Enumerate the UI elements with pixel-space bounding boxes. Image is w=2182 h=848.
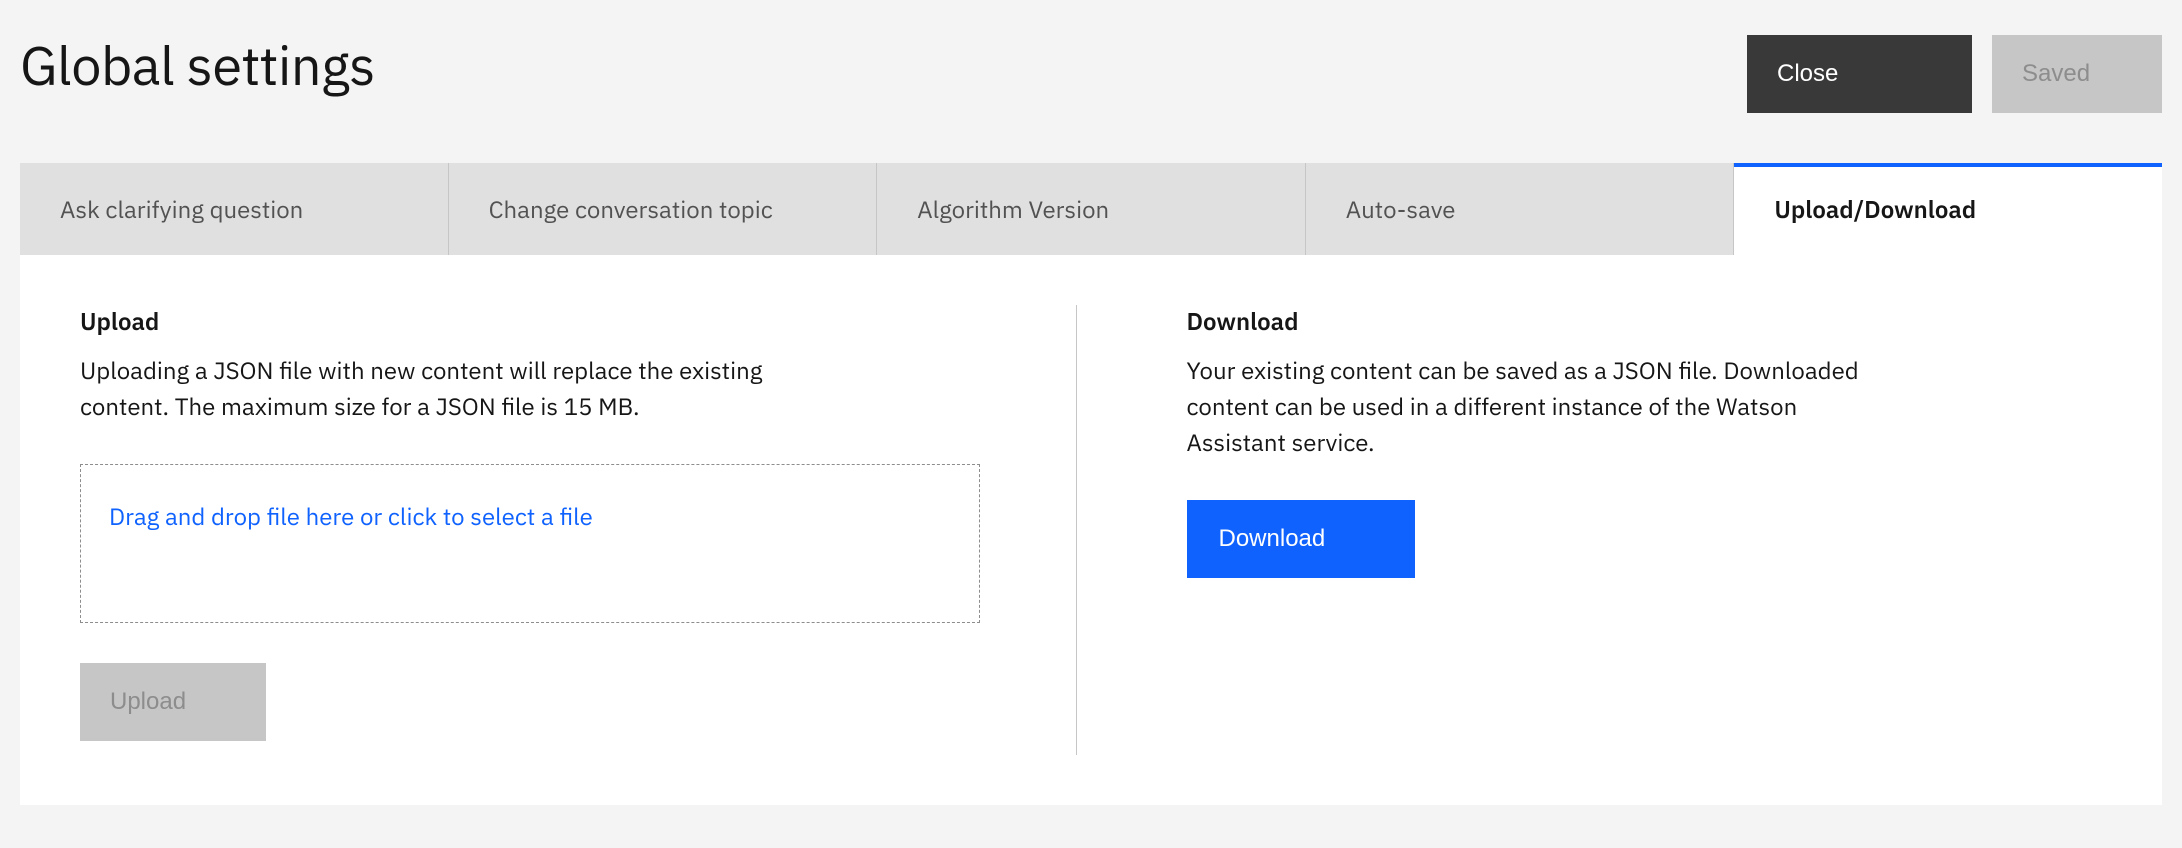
download-description: Your existing content can be saved as a … [1187, 352, 1887, 460]
upload-description: Uploading a JSON file with new content w… [80, 352, 780, 424]
download-section: Download Your existing content can be sa… [1077, 305, 2103, 755]
tab-auto-save[interactable]: Auto-save [1306, 163, 1735, 255]
tab-upload-download[interactable]: Upload/Download [1734, 163, 2162, 255]
tab-algorithm-version[interactable]: Algorithm Version [877, 163, 1306, 255]
page-title: Global settings [20, 30, 375, 100]
saved-button: Saved [1992, 35, 2162, 113]
dropzone-text: Drag and drop file here or click to sele… [109, 500, 593, 532]
file-dropzone[interactable]: Drag and drop file here or click to sele… [80, 464, 980, 623]
download-button[interactable]: Download [1187, 500, 1416, 578]
tabs-container: Ask clarifying question Change conversat… [20, 163, 2162, 255]
download-title: Download [1187, 305, 2103, 337]
header-buttons: Close Saved [1747, 35, 2162, 113]
header-bar: Global settings Close Saved [0, 0, 2182, 133]
tab-ask-clarifying-question[interactable]: Ask clarifying question [20, 163, 449, 255]
upload-title: Upload [80, 305, 996, 337]
tab-change-conversation-topic[interactable]: Change conversation topic [449, 163, 878, 255]
close-button[interactable]: Close [1747, 35, 1972, 113]
upload-button: Upload [80, 663, 266, 741]
content-panel: Upload Uploading a JSON file with new co… [20, 255, 2162, 805]
upload-section: Upload Uploading a JSON file with new co… [80, 305, 1077, 755]
